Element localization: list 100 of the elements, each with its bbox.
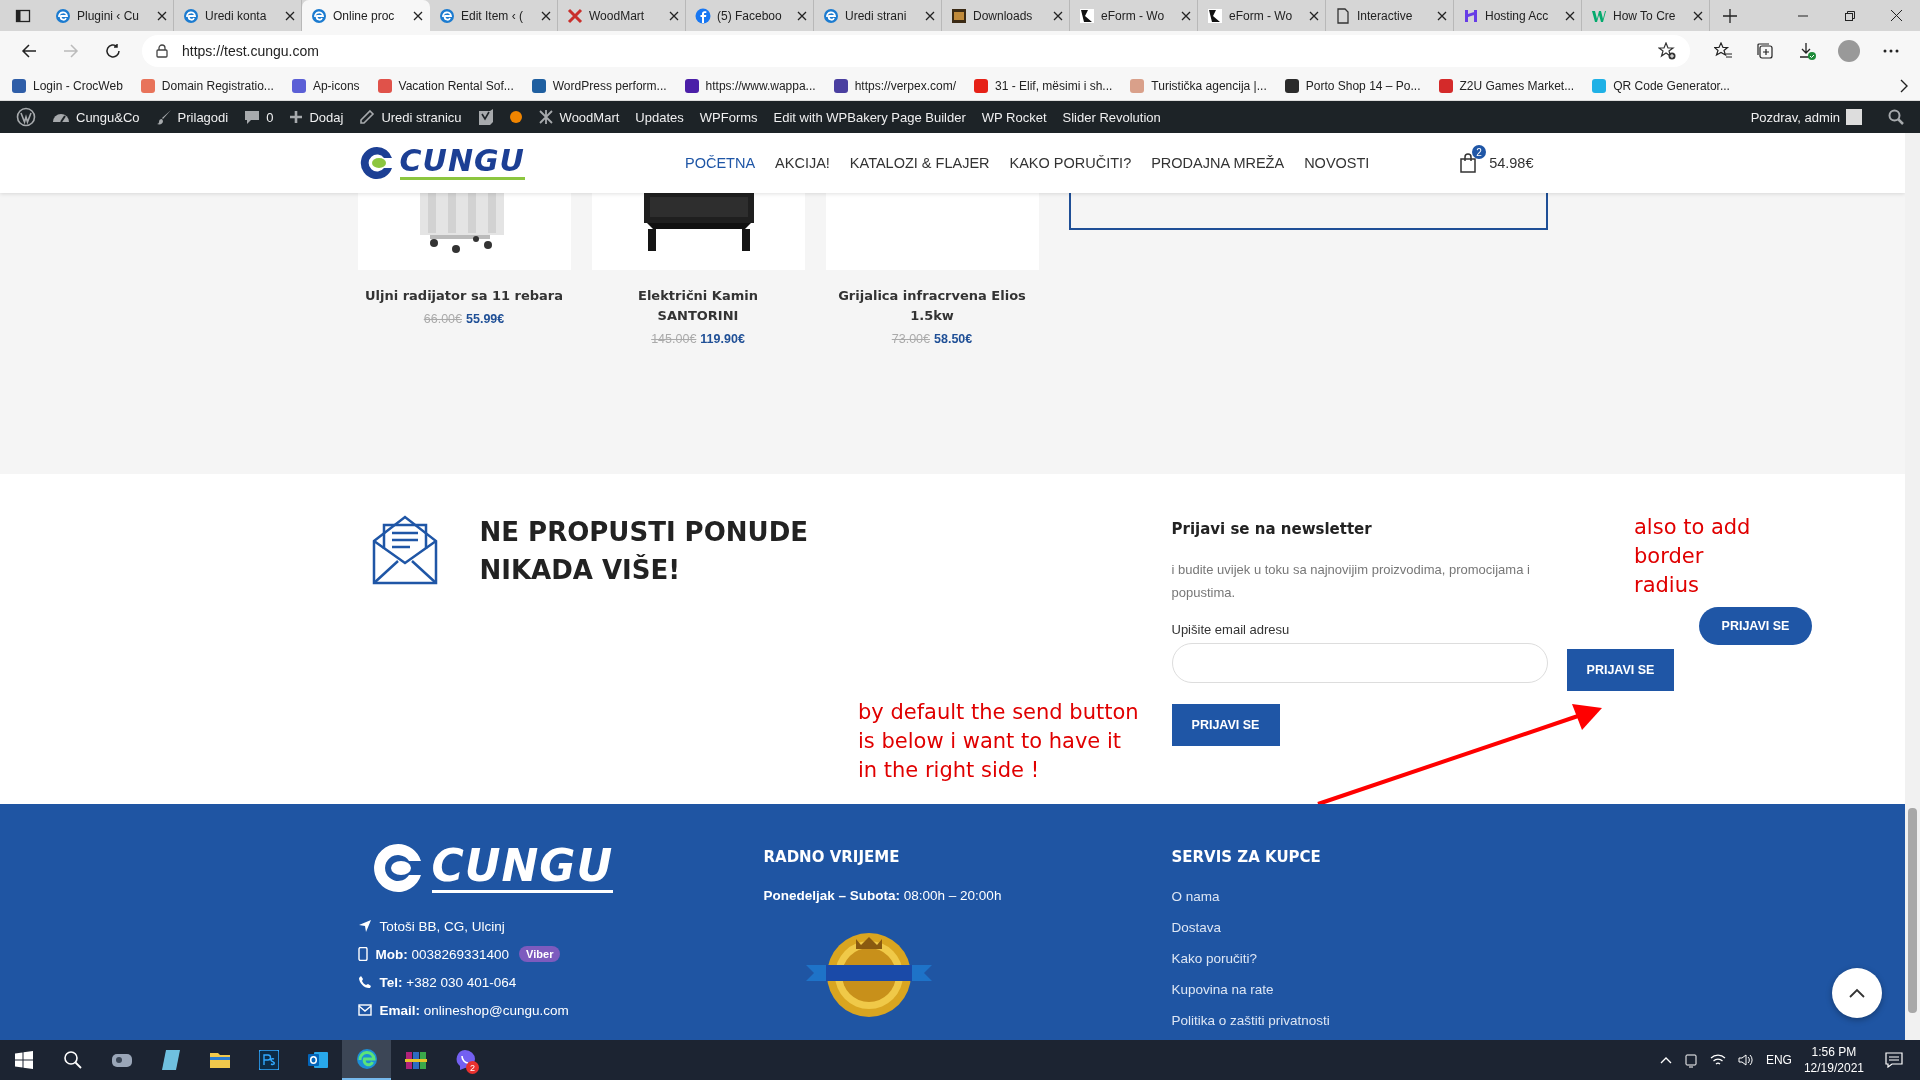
books-icon: [404, 1050, 427, 1070]
footer-link[interactable]: Politika o zaštiti privatnosti: [1171, 1012, 1548, 1040]
bookmark[interactable]: 31 - Elif, mësimi i sh...: [974, 78, 1113, 93]
globe-icon: [823, 7, 839, 24]
bookmark[interactable]: https://verpex.com/: [833, 78, 956, 93]
search-icon: [62, 1050, 83, 1070]
browser-icon: [355, 1048, 378, 1070]
close-icon: [541, 10, 551, 21]
scroll-to-top-button[interactable]: [1832, 968, 1882, 1018]
taskbar-app[interactable]: [342, 1040, 391, 1080]
subscribe-button-mockup[interactable]: PRIJAVI SE: [1567, 649, 1674, 691]
admin-bar-item[interactable]: 0: [236, 101, 282, 133]
photoshop-icon: [258, 1050, 279, 1070]
admin-bar-item[interactable]: Edit with WPBakery Page Builder: [765, 101, 974, 133]
scrollbar-thumb[interactable]: [1908, 808, 1917, 1013]
product-title[interactable]: Električni Kamin SANTORINI: [597, 286, 799, 326]
admin-bar-item[interactable]: Updates: [627, 101, 692, 133]
contact-text: Email: onlineshop@cungu.com: [379, 1002, 569, 1018]
bookmark[interactable]: Ap-icons: [291, 78, 360, 93]
avatar-icon: [1838, 40, 1860, 62]
globe-icon: [439, 7, 455, 24]
newsletter-heading: NE PROPUSTI PONUDE NIKADA VIŠE!: [479, 516, 809, 587]
close-icon: [1891, 10, 1902, 21]
notepad-icon: [160, 1049, 181, 1071]
clock[interactable]: 1:56 PM 12/19/2021: [1803, 1044, 1864, 1076]
admin-bar-item[interactable]: Uredi stranicu: [351, 101, 470, 133]
location-arrow-icon: [357, 919, 372, 933]
nav-link[interactable]: KAKO PORUČITI?: [999, 155, 1142, 171]
nav-link[interactable]: KATALOZI & FLAJER: [839, 155, 1000, 171]
bookmark[interactable]: Domain Registratio...: [140, 78, 274, 93]
annotation-note: also to add border radius: [1634, 514, 1752, 599]
footer-heading: SERVIS ZA KUPCE: [1171, 848, 1322, 866]
h-logo-icon: [1463, 7, 1479, 24]
bookmark[interactable]: https://www.wappa...: [684, 78, 816, 93]
subscribe-button-mockup[interactable]: PRIJAVI SE: [1699, 607, 1812, 645]
admin-bar-item[interactable]: Dodaj: [281, 101, 352, 133]
nav-link[interactable]: AKCIJA!: [765, 155, 840, 171]
old-price: 66.00€: [423, 312, 462, 326]
bookmark[interactable]: Porto Shop 14 – Po...: [1284, 78, 1421, 93]
opening-hours: Ponedeljak – Subota: 08:00h – 20:00h: [763, 888, 1003, 903]
plus-icon: [1723, 8, 1737, 23]
admin-bar-item[interactable]: Slider Revolution: [1054, 101, 1169, 133]
chevron-right-icon: [1900, 78, 1908, 93]
browser-tab[interactable]: Online proc: [302, 0, 430, 31]
footer-link[interactable]: Kako poručiti?: [1171, 950, 1548, 981]
footer-link[interactable]: Kupovina na rate: [1171, 981, 1548, 1012]
bookmark[interactable]: WordPress perform...: [531, 78, 667, 93]
folder-icon: [951, 7, 967, 24]
envelope-icon: [357, 1004, 372, 1016]
bookmark[interactable]: Turistička agencija |...: [1130, 78, 1267, 93]
url-text: https://test.cungu.com: [182, 43, 320, 59]
globe-icon: [311, 7, 327, 24]
bookmark[interactable]: Z2U Games Market...: [1438, 78, 1575, 93]
admin-bar-item[interactable]: WPForms: [691, 101, 766, 133]
bookmark[interactable]: QR Code Generator...: [1592, 78, 1730, 93]
windows-logo-icon: [15, 1051, 33, 1069]
price: 58.50€: [934, 332, 973, 346]
admin-bar-item[interactable]: Cungu&Co: [44, 101, 148, 133]
restore-icon: [1844, 10, 1855, 21]
nav-link[interactable]: POČETNA: [674, 155, 766, 171]
old-price: 73.00€: [891, 332, 930, 346]
bookmark[interactable]: Vacation Rental Sof...: [377, 78, 514, 93]
globe-icon: [183, 7, 199, 24]
cart-count: 2: [1472, 145, 1487, 159]
old-price: 145.00€: [651, 332, 697, 346]
product-title[interactable]: Uljni radijator sa 11 rebara: [363, 286, 565, 306]
close-icon: [1693, 10, 1703, 21]
more-icon: [1883, 49, 1899, 53]
mail-app-icon: [306, 1050, 329, 1070]
admin-bar-item[interactable]: WoodMart: [529, 101, 628, 133]
address-bar[interactable]: https://test.cungu.com: [142, 35, 1690, 67]
window-icon: [15, 7, 31, 24]
nav-link[interactable]: PRODAJNA MREŽA: [1141, 155, 1295, 171]
chevron-up-icon: [1849, 988, 1865, 998]
search-icon: [1888, 109, 1904, 125]
nav-link[interactable]: NOVOSTI: [1294, 155, 1380, 171]
lock-icon: [156, 44, 168, 58]
speaker-icon: [1737, 1053, 1754, 1067]
footer-link[interactable]: O nama: [1171, 888, 1548, 919]
message-icon: [1885, 1052, 1903, 1068]
logo-wordmark[interactable]: CUNGU: [399, 146, 525, 180]
close-icon: [157, 10, 167, 21]
comment-icon: [244, 109, 261, 125]
admin-bar-item[interactable]: Prilagodi: [147, 101, 237, 133]
account-menu[interactable]: Pozdrav, admin: [1742, 101, 1870, 133]
close-icon: [285, 10, 295, 21]
cart-button[interactable]: [1459, 153, 1478, 173]
product-title[interactable]: Grijalica infracrvena Elios 1.5kw: [831, 286, 1033, 326]
language-indicator[interactable]: ENG: [1765, 1053, 1792, 1067]
close-icon: [1053, 10, 1063, 21]
bookmark[interactable]: Login - CrocWeb: [12, 78, 123, 93]
subscribe-button[interactable]: PRIJAVI SE: [1171, 704, 1280, 746]
more-bookmarks-button[interactable]: [1900, 78, 1908, 93]
folder-icon: [208, 1051, 231, 1069]
logo-wordmark[interactable]: CUNGU: [431, 843, 614, 893]
taskbar-app[interactable]: 2: [440, 1040, 489, 1080]
admin-bar-item[interactable]: WP Rocket: [973, 101, 1055, 133]
email-field[interactable]: [1171, 643, 1548, 683]
refresh-icon: [105, 43, 121, 59]
footer-link[interactable]: Dostava: [1171, 919, 1548, 950]
